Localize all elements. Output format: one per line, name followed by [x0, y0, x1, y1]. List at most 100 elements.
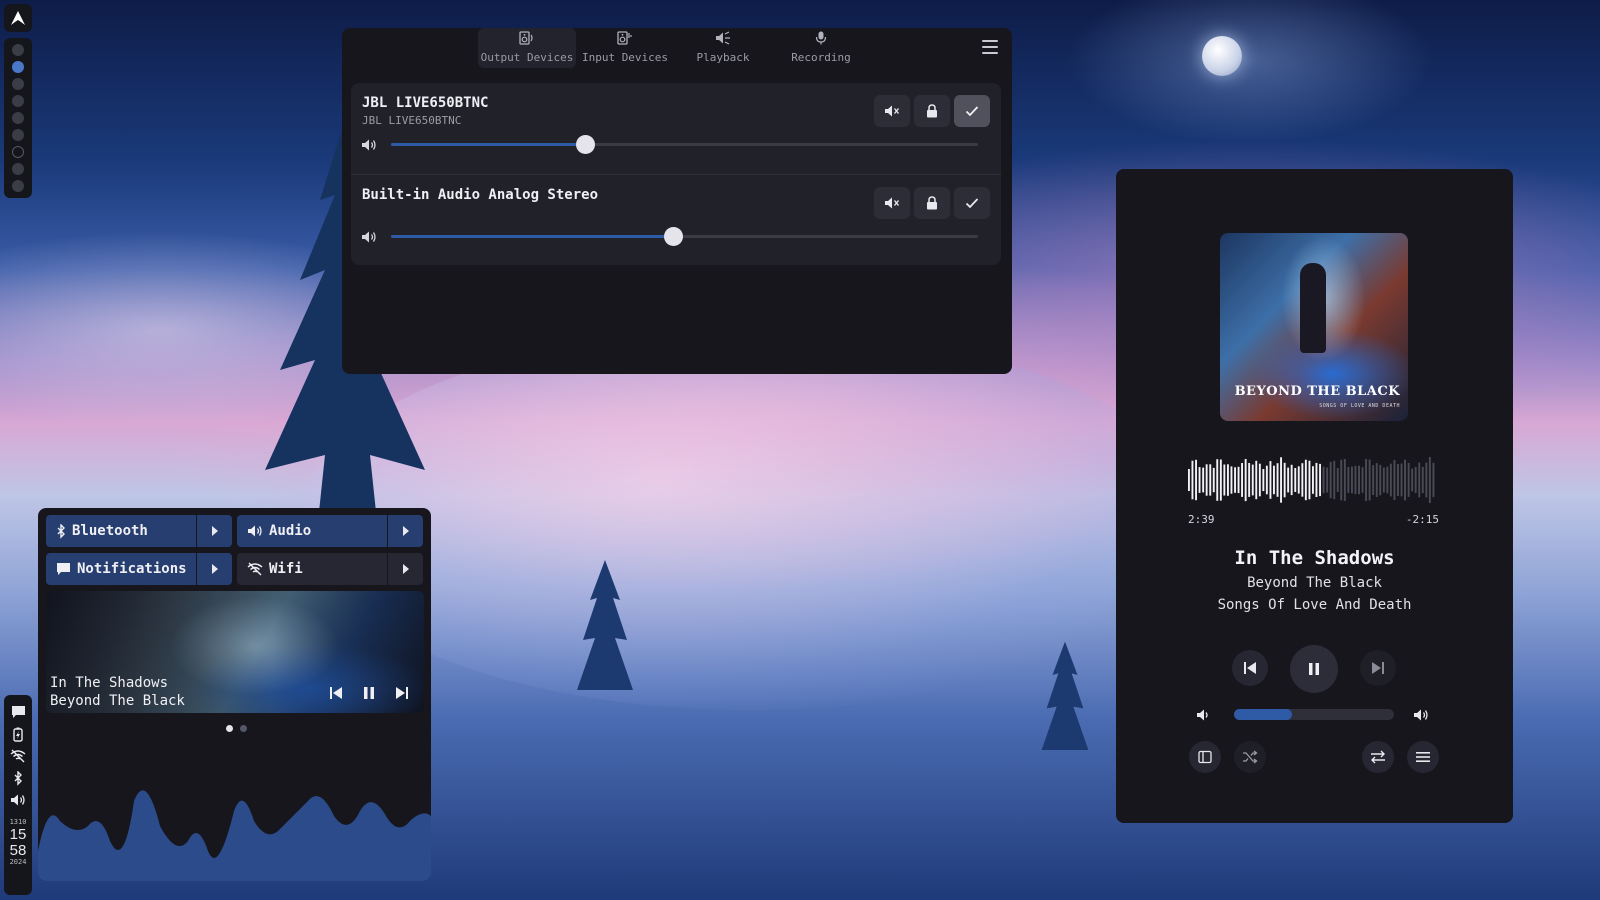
notifications-toggle[interactable]: Notifications [46, 553, 196, 585]
mute-button[interactable] [874, 95, 910, 127]
launcher-button[interactable] [4, 4, 32, 32]
sidebar-toggle-button[interactable] [1189, 741, 1221, 773]
bluetooth-expand-button[interactable] [196, 515, 232, 547]
clock: 1310 15 58 2024 [10, 819, 27, 866]
queue-list-icon [1416, 752, 1430, 762]
menu-icon[interactable] [982, 40, 998, 54]
volume-icon [248, 525, 262, 537]
waveform-bar [1265, 465, 1268, 495]
workspace-8[interactable] [12, 163, 24, 175]
skip-next-icon [1372, 662, 1384, 674]
pager-dot[interactable] [226, 725, 233, 732]
waveform-bar [1198, 467, 1201, 493]
waveform-bar [1195, 459, 1197, 501]
waveform-bar [1283, 462, 1286, 498]
next-button[interactable] [1360, 650, 1396, 686]
lock-button[interactable] [914, 187, 950, 219]
waveform-seekbar[interactable] [1188, 455, 1436, 505]
volume-slider-handle[interactable] [663, 227, 683, 246]
workspace-6[interactable] [12, 129, 24, 141]
set-default-button[interactable] [954, 187, 990, 219]
workspace-3[interactable] [12, 78, 24, 90]
device-row: Built-in Audio Analog Stereo [351, 174, 1001, 265]
tab-input-devices[interactable]: Input Devices [576, 28, 674, 68]
shuffle-button[interactable] [1234, 741, 1266, 773]
device-row: JBL LIVE650BTNC JBL LIVE650BTNC [351, 83, 1001, 174]
waveform-bar [1191, 460, 1194, 500]
workspace-7[interactable] [12, 146, 24, 158]
system-tray: 1310 15 58 2024 [4, 695, 32, 895]
queue-button[interactable] [1407, 741, 1439, 773]
tile-label: Wifi [269, 561, 303, 577]
waveform-bar [1343, 459, 1346, 501]
bluetooth-icon[interactable] [9, 769, 27, 787]
volume-slider-fill [391, 235, 673, 238]
waveform-bar [1368, 459, 1371, 501]
waveform-bar [1297, 466, 1300, 494]
tab-output-devices[interactable]: Output Devices [478, 28, 576, 68]
volume-slider-handle[interactable] [575, 135, 595, 154]
checkmark-icon [965, 106, 979, 117]
tab-label: Output Devices [480, 51, 574, 64]
battery-charging-icon[interactable] [9, 725, 27, 743]
waveform-bar [1212, 467, 1215, 493]
volume-up-button[interactable] [1412, 706, 1430, 724]
pause-icon [1309, 663, 1319, 675]
pause-icon [364, 687, 374, 699]
wallpaper-moon [1202, 36, 1242, 76]
player-volume-slider[interactable] [1234, 709, 1394, 720]
repeat-button[interactable] [1362, 741, 1394, 773]
waveform-bar [1340, 459, 1343, 501]
lock-button[interactable] [914, 95, 950, 127]
waveform-bar [1237, 466, 1240, 494]
track-album: Songs Of Love And Death [1217, 597, 1412, 613]
tab-label: Input Devices [581, 51, 669, 64]
waveform-bar [1258, 463, 1261, 497]
tab-recording[interactable]: Recording [772, 28, 870, 68]
play-pause-button[interactable] [1290, 645, 1338, 693]
notification-icon[interactable] [9, 703, 27, 721]
workspace-4[interactable] [12, 95, 24, 107]
media-pager [226, 725, 247, 732]
sidebar-panel-icon [1198, 750, 1212, 764]
music-player: BEYOND THE BLACK SONGS OF LOVE AND DEATH… [1116, 169, 1513, 823]
mute-button[interactable] [874, 187, 910, 219]
wifi-toggle[interactable]: Wifi [237, 553, 387, 585]
waveform-bar [1202, 467, 1205, 493]
chevron-right-icon [402, 564, 409, 574]
checkmark-icon [965, 198, 979, 209]
volume-slider[interactable] [391, 135, 978, 154]
workspace-2[interactable] [12, 61, 24, 73]
mini-next-button[interactable] [392, 683, 412, 703]
mini-track-artist: Beyond The Black [50, 693, 185, 709]
audio-expand-button[interactable] [387, 515, 423, 547]
set-default-button[interactable] [954, 95, 990, 127]
workspace-5[interactable] [12, 112, 24, 124]
volume-slider[interactable] [391, 227, 978, 246]
previous-button[interactable] [1232, 650, 1268, 686]
volume-down-button[interactable] [1194, 706, 1212, 724]
mini-play-pause-button[interactable] [359, 683, 379, 703]
tab-playback[interactable]: Playback [674, 28, 772, 68]
audio-mixer-window: Output Devices Input Devices Playback Re… [342, 28, 1012, 374]
waveform-bar [1209, 464, 1212, 496]
workspace-1[interactable] [12, 44, 24, 56]
wifi-off-icon [247, 562, 263, 576]
wifi-off-icon[interactable] [9, 747, 27, 765]
speaker-icon [519, 31, 535, 49]
microphone-input-icon [617, 31, 633, 49]
skip-previous-icon [330, 687, 342, 699]
volume-icon[interactable] [9, 791, 27, 809]
pager-dot[interactable] [240, 725, 247, 732]
tile-label: Notifications [77, 561, 187, 577]
chevron-right-icon [402, 526, 409, 536]
notifications-expand-button[interactable] [196, 553, 232, 585]
wifi-expand-button[interactable] [387, 553, 423, 585]
waveform-bar [1333, 460, 1336, 500]
workspace-9[interactable] [12, 180, 24, 192]
bluetooth-toggle[interactable]: Bluetooth [46, 515, 196, 547]
audio-toggle[interactable]: Audio [237, 515, 387, 547]
waveform-bar [1397, 464, 1399, 496]
waveform-bar [1219, 459, 1222, 501]
mini-previous-button[interactable] [326, 683, 346, 703]
